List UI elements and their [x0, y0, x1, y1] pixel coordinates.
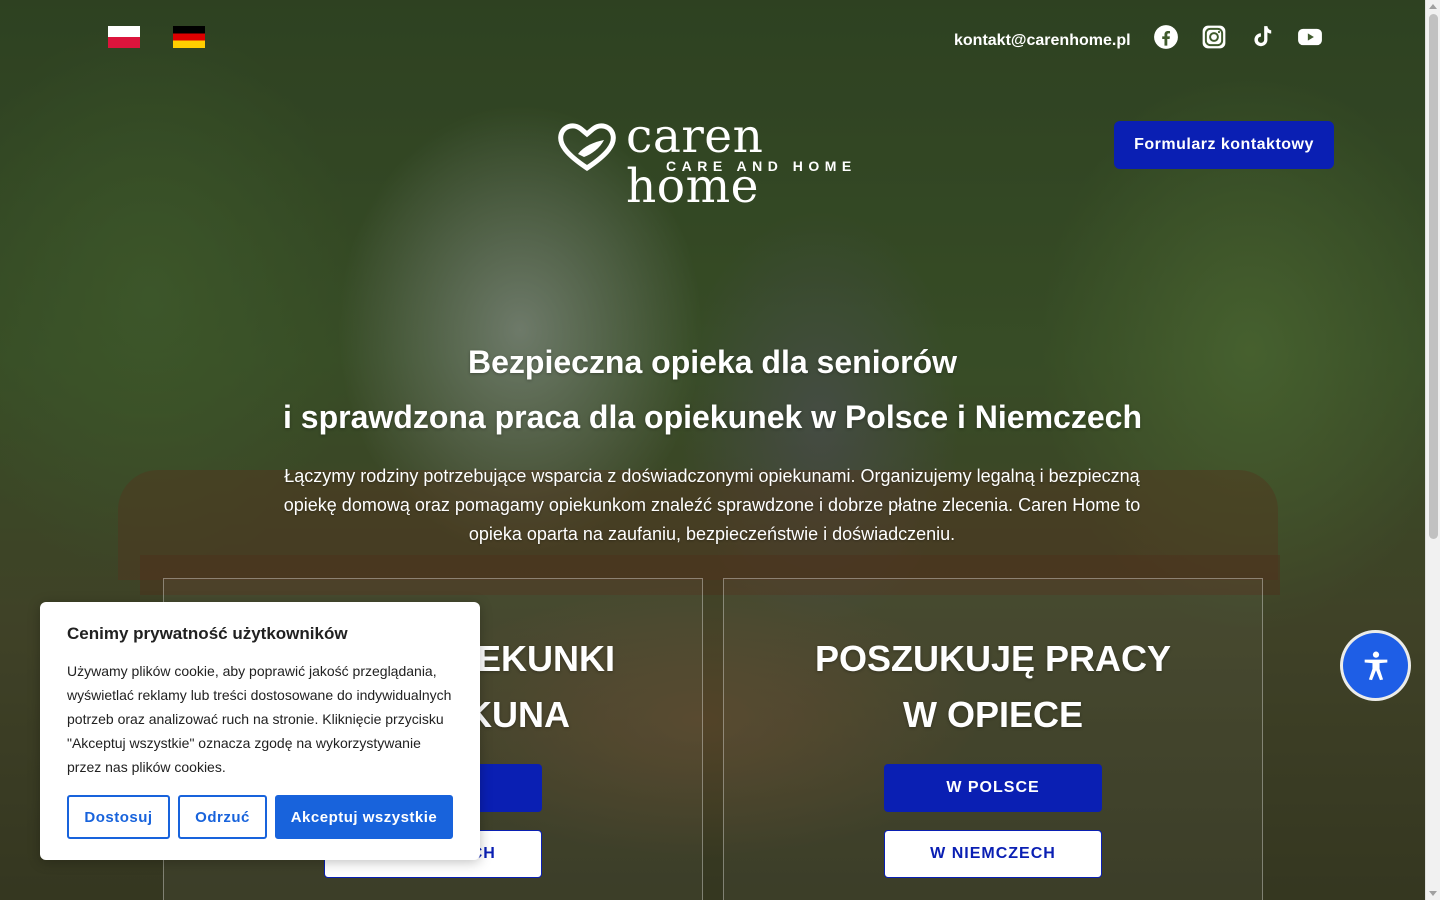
- cookie-consent-banner: Cenimy prywatność użytkowników Używamy p…: [40, 602, 480, 860]
- cookie-title: Cenimy prywatność użytkowników: [67, 624, 348, 643]
- card-seeking-job: POSZUKUJĘ PRACY W OPIECE W POLSCE W NIEM…: [723, 578, 1263, 900]
- heart-hand-logo-icon: [558, 123, 616, 172]
- scroll-down-arrow-icon[interactable]: [1429, 891, 1437, 896]
- card-title-line-1: POSZUKUJĘ PRACY: [814, 638, 1172, 679]
- cookie-reject-button[interactable]: Odrzuć: [178, 795, 267, 839]
- tiktok-icon[interactable]: [1249, 24, 1275, 50]
- contact-form-button[interactable]: Formularz kontaktowy: [1114, 121, 1334, 169]
- cookie-customize-button[interactable]: Dostosuj: [67, 795, 170, 839]
- hero-headline-line-2: i sprawdzona praca dla opiekunek w Polsc…: [283, 399, 1142, 435]
- hero-lead-text: Łączymy rodziny potrzebujące wsparcia z …: [283, 466, 1141, 544]
- job-germany-button[interactable]: W NIEMCZECH: [884, 830, 1102, 878]
- youtube-icon[interactable]: [1297, 24, 1323, 50]
- language-flag-pl[interactable]: [108, 26, 140, 48]
- page-scrollbar[interactable]: [1425, 0, 1440, 900]
- hero-headline: Bezpieczna opieka dla seniorów i sprawdz…: [0, 335, 1425, 445]
- cookie-accept-all-button[interactable]: Akceptuj wszystkie: [275, 795, 453, 839]
- hero-headline-line-1: Bezpieczna opieka dla seniorów: [467, 344, 958, 380]
- cookie-text: Używamy plików cookie, aby poprawić jako…: [67, 663, 452, 775]
- scrollbar-thumb[interactable]: [1429, 14, 1438, 539]
- facebook-icon[interactable]: [1153, 24, 1179, 50]
- logo-tagline: CARE AND HOME: [666, 158, 857, 174]
- language-flag-de[interactable]: [173, 26, 205, 48]
- accessibility-button[interactable]: [1343, 633, 1408, 698]
- scroll-up-arrow-icon[interactable]: [1429, 4, 1437, 9]
- instagram-icon[interactable]: [1201, 24, 1227, 50]
- site-logo[interactable]: caren home CARE AND HOME: [556, 112, 901, 212]
- card-title-line-2: W OPIECE: [902, 694, 1084, 735]
- card-title: POSZUKUJĘ PRACY W OPIECE: [724, 631, 1262, 743]
- job-poland-button[interactable]: W POLSCE: [884, 764, 1102, 812]
- contact-email-link[interactable]: kontakt@carenhome.pl: [954, 32, 1131, 50]
- accessibility-person-icon: [1364, 651, 1387, 680]
